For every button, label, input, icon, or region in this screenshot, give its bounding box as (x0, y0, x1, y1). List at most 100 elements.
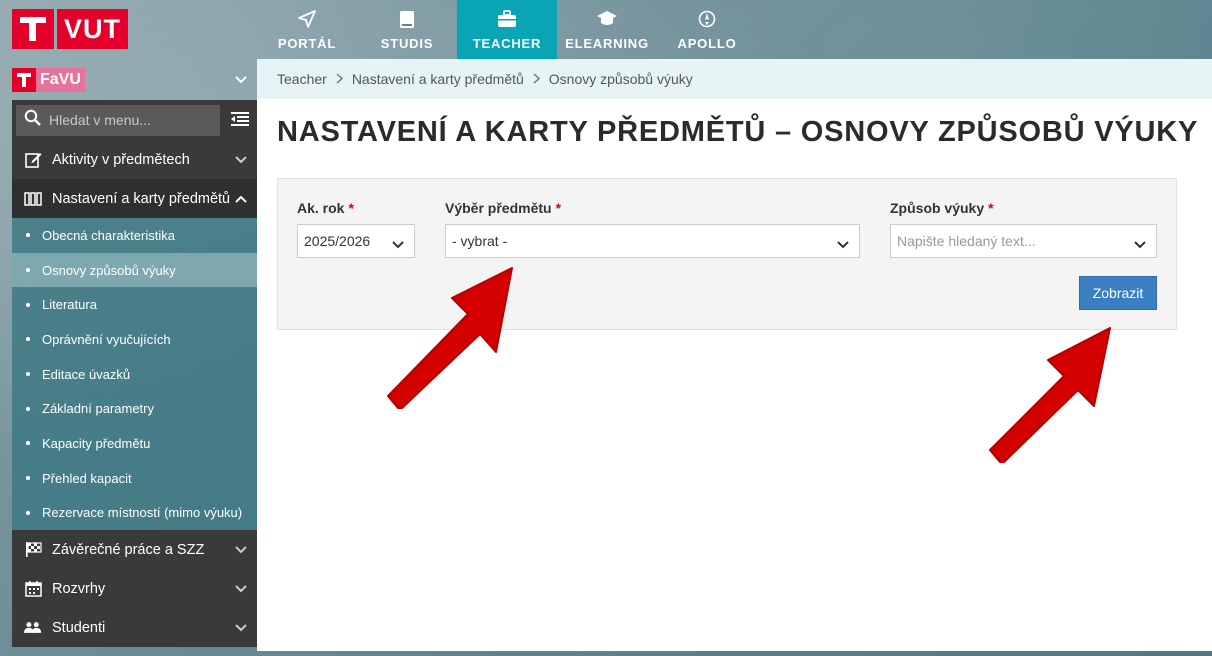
sidebar-item-label: Závěrečné práce a SZZ (52, 541, 205, 558)
sidebar-item-label: Nastavení a karty předmětů (52, 190, 231, 207)
nav-teacher-label: TEACHER (472, 36, 542, 51)
cards-icon (24, 191, 42, 206)
faculty-switcher[interactable]: FaVU (12, 59, 257, 100)
faculty-badge: FaVU (12, 67, 85, 92)
submenu-item-capacity-overview[interactable]: Přehled kapacit (12, 461, 257, 496)
nav-portal-label: PORTÁL (277, 36, 337, 51)
edit-icon (24, 151, 42, 168)
bullet-dot (26, 406, 30, 411)
briefcase-icon (497, 8, 517, 30)
submenu-item-label: Přehled kapacit (42, 470, 132, 486)
subject-select[interactable]: - vybrat - (445, 224, 860, 258)
bullet-dot (26, 372, 30, 377)
submenu-item-label: Rezervace místností (mimo výuku) (42, 505, 243, 521)
select-value: 2025/2026 (304, 233, 371, 249)
chevron-down-icon (235, 581, 247, 597)
submenu-item-general[interactable]: Obecná charakteristika (12, 218, 257, 253)
submenu-item-label: Obecná charakteristika (42, 227, 175, 243)
annotation-arrow-icon (989, 327, 1111, 463)
top-bar: VUT PORTÁL STUDIS TEACHER ELEARNING APOL… (0, 0, 1212, 59)
submenu-item-label: Editace úvazků (42, 366, 131, 382)
chevron-up-icon (235, 191, 247, 207)
vut-logo-text: VUT (57, 9, 128, 49)
field-academic-year: Ak. rok * 2025/2026 (297, 200, 415, 258)
users-icon (24, 620, 42, 635)
nav-apollo-label: APOLLO (677, 36, 737, 51)
sidebar-item-students[interactable]: Studenti (12, 608, 257, 648)
bullet-dot (26, 337, 30, 342)
nav-elearning[interactable]: ELEARNING (557, 0, 657, 59)
nav-portal[interactable]: PORTÁL (257, 0, 357, 59)
submenu-item-room-reservation[interactable]: Rezervace místností (mimo výuku) (12, 496, 257, 531)
nav-apollo[interactable]: APOLLO (657, 0, 757, 59)
field-subject: Výběr předmětu * - vybrat - (445, 200, 860, 258)
menu-collapse-icon[interactable] (231, 111, 249, 132)
main-nav: PORTÁL STUDIS TEACHER ELEARNING APOLLO (257, 0, 757, 59)
submenu-item-basic-params[interactable]: Základní parametry (12, 391, 257, 426)
breadcrumb-item-current: Osnovy způsobů výuky (548, 71, 693, 87)
vut-t-mark (12, 9, 54, 49)
breadcrumb-item-course-settings[interactable]: Nastavení a karty předmětů (352, 71, 524, 87)
search-icon (24, 109, 41, 131)
chevron-down-icon (235, 152, 247, 168)
checkered-flag-icon (24, 541, 42, 558)
chevron-right-icon (336, 71, 343, 87)
teaching-mode-select[interactable]: Napište hledaný text... (890, 224, 1157, 258)
chevron-down-icon (392, 236, 404, 252)
chevron-down-icon (235, 71, 247, 89)
rocket-icon (698, 8, 716, 30)
submenu-item-syllabi[interactable]: Osnovy způsobů výuky (12, 252, 257, 288)
breadcrumb: Teacher Nastavení a karty předmětů Osnov… (257, 59, 1212, 99)
calendar-icon (24, 580, 42, 597)
academic-year-select[interactable]: 2025/2026 (297, 224, 415, 258)
nav-studis-label: STUDIS (380, 36, 434, 51)
submenu-course-settings: Obecná charakteristika Osnovy způsobů vý… (12, 218, 257, 531)
field-label: Výběr předmětu * (445, 200, 562, 216)
sidebar-item-schedules[interactable]: Rozvrhy (12, 569, 257, 609)
submenu-item-label: Osnovy způsobů výuky (42, 262, 176, 278)
nav-elearning-label: ELEARNING (565, 36, 649, 51)
annotation-arrow-icon (387, 267, 513, 409)
submenu-item-capacities[interactable]: Kapacity předmětu (12, 426, 257, 461)
show-button[interactable]: Zobrazit (1079, 276, 1157, 310)
menu-search-box (16, 104, 220, 136)
submenu-item-literature[interactable]: Literatura (12, 287, 257, 322)
submenu-item-label: Oprávnění vyučujících (42, 331, 171, 347)
bullet-dot (26, 510, 30, 515)
bullet-dot (26, 441, 30, 446)
submenu-item-label: Základní parametry (42, 401, 154, 417)
book-icon (399, 8, 415, 30)
chevron-down-icon (837, 236, 849, 252)
chevron-right-icon (533, 71, 540, 87)
select-value: - vybrat - (452, 233, 508, 249)
sidebar-item-label: Aktivity v předmětech (52, 151, 190, 168)
bullet-dot (26, 302, 30, 307)
page-title: NASTAVENÍ A KARTY PŘEDMĚTŮ – OSNOVY ZPŮS… (277, 116, 1199, 148)
field-label: Ak. rok * (297, 200, 354, 216)
chevron-down-icon (235, 542, 247, 558)
sidebar-item-label: Studenti (52, 619, 106, 636)
sidebar-item-activities[interactable]: Aktivity v předmětech (12, 140, 257, 179)
submenu-item-permissions[interactable]: Oprávnění vyučujících (12, 322, 257, 357)
navigation-arrow-icon (298, 8, 316, 30)
faculty-t-mark (12, 67, 36, 92)
submenu-item-label: Literatura (42, 297, 97, 313)
menu-search-input[interactable] (49, 112, 209, 128)
sidebar-item-label: Rozvrhy (52, 580, 106, 597)
vut-logo[interactable]: VUT (12, 9, 128, 49)
breadcrumb-item-teacher[interactable]: Teacher (277, 71, 327, 87)
bullet-dot (26, 476, 30, 481)
bullet-dot (26, 268, 30, 273)
sidebar-item-course-settings[interactable]: Nastavení a karty předmětů (12, 179, 257, 218)
nav-teacher[interactable]: TEACHER (457, 0, 557, 59)
menu-search-row (12, 100, 257, 140)
nav-studis[interactable]: STUDIS (357, 0, 457, 59)
submenu-item-workload[interactable]: Editace úvazků (12, 357, 257, 392)
field-label: Způsob výuky * (890, 200, 994, 216)
sidebar: FaVU Aktivity v předmětech Nastavení a k… (12, 59, 257, 656)
chevron-down-icon (1134, 236, 1146, 252)
submenu-item-label: Kapacity předmětu (42, 435, 151, 451)
sidebar-item-theses[interactable]: Závěrečné práce a SZZ (12, 530, 257, 570)
chevron-down-icon (235, 620, 247, 636)
select-placeholder: Napište hledaný text... (897, 233, 1036, 249)
